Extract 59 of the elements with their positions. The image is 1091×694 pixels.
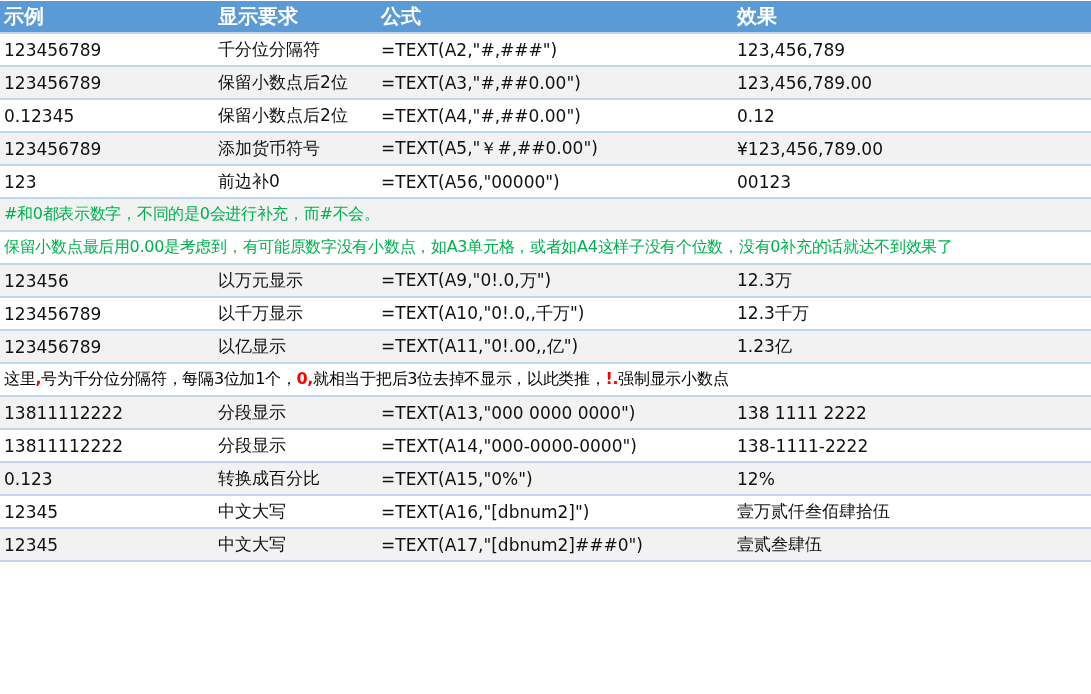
table-cell-text: =TEXT(A3,"#,##0.00") — [380, 72, 582, 93]
note-text: #和0都表示数字，不同的是0会进行补充，而#不会。 — [3, 204, 380, 225]
table-cell-text: 保留小数点后2位 — [217, 71, 349, 94]
table-cell-text: =TEXT(A17,"[dbnum2]###0") — [380, 534, 644, 555]
table-cell-text: 12% — [736, 468, 776, 489]
table-cell-text: =TEXT(A5,"￥#,##0.00") — [380, 137, 599, 160]
table-cell-text: 以千万显示 — [217, 302, 304, 325]
table-cell-text: 0.12345 — [3, 105, 76, 126]
table-cell-text: 123,456,789 — [736, 39, 847, 60]
note-text: 这里,号为千分位分隔符，每隔3位加1个，0,就相当于把后3位去掉不显示，以此类推，!.强制显示小数点 — [3, 369, 729, 390]
table-cell-text: 00123 — [736, 171, 793, 192]
table-cell-text: 分段显示 — [217, 401, 287, 424]
table-cell-text: 以亿显示 — [217, 335, 287, 358]
table-cell-text: 138-1111-2222 — [736, 435, 870, 456]
column-header: 公式 — [379, 3, 422, 30]
table-cell-text: 添加货币符号 — [217, 137, 321, 160]
table-cell-text: =TEXT(A4,"#,##0.00") — [380, 105, 582, 126]
table-cell-text: 12345 — [3, 534, 60, 555]
table-cell-text: 123456789 — [3, 303, 103, 324]
table-cell-text: =TEXT(A56,"00000") — [380, 171, 561, 192]
table-cell-text: 12345 — [3, 501, 60, 522]
table-cell-text: 保留小数点后2位 — [217, 104, 349, 127]
table-cell-text: 以万元显示 — [217, 269, 304, 292]
table-cell-text: 123456 — [3, 270, 70, 291]
column-header: 效果 — [735, 3, 778, 30]
table-cell-text: =TEXT(A14,"000-0000-0000") — [380, 435, 638, 456]
table-cell-text: =TEXT(A13,"000 0000 0000") — [380, 402, 637, 423]
note-text: 保留小数点最后用0.00是考虑到，有可能原数字没有小数点，如A3单元格，或者如A4这样子没有个位数，没有0补充的话就达不到效果了 — [3, 237, 953, 258]
table-cell-text: 转换成百分比 — [217, 467, 321, 490]
table-cell-text: 12.3千万 — [736, 302, 810, 325]
table-cell-text: 前边补0 — [217, 170, 281, 193]
table-cell-text: 1.23亿 — [736, 335, 793, 358]
table-cell-text: 123456789 — [3, 138, 103, 159]
table-cell-text: 123456789 — [3, 72, 103, 93]
table-cell-text: 中文大写 — [217, 533, 287, 556]
table-cell-text: 138 1111 2222 — [736, 402, 868, 423]
table-cell-text: 123 — [3, 171, 38, 192]
column-header: 显示要求 — [217, 3, 299, 30]
table-cell-text: 中文大写 — [217, 500, 287, 523]
table-cell-text: =TEXT(A9,"0!.0,万") — [380, 269, 553, 292]
table-cell-text: 12.3万 — [736, 269, 793, 292]
table-cell-text: ¥123,456,789.00 — [736, 138, 884, 159]
table-cell-text: =TEXT(A2,"#,###") — [380, 39, 559, 60]
table-cell-text: 123456789 — [3, 336, 103, 357]
table-cell-text: =TEXT(A16,"[dbnum2]") — [380, 501, 591, 522]
table-cell-text: 壹贰叁肆伍 — [736, 533, 823, 556]
table-cell-text: 123456789 — [3, 39, 103, 60]
table-cell-text: 千分位分隔符 — [217, 38, 321, 61]
table-cell-text: =TEXT(A10,"0!.0,,千万") — [380, 302, 586, 325]
table-cell-text: 壹万贰仟叁佰肆拾伍 — [736, 500, 891, 523]
column-header: 示例 — [3, 3, 45, 30]
table-cell-text: =TEXT(A11,"0!.00,,亿") — [380, 335, 580, 358]
table-cell-text: 0.12 — [736, 105, 776, 126]
table-cell-text: 123,456,789.00 — [736, 72, 874, 93]
table-cell-text: 分段显示 — [217, 434, 287, 457]
table-cell-text: 13811112222 — [3, 402, 124, 423]
table-cell-text: =TEXT(A15,"0%") — [380, 468, 534, 489]
table-cell-text: 13811112222 — [3, 435, 124, 456]
table-cell-text: 0.123 — [3, 468, 54, 489]
